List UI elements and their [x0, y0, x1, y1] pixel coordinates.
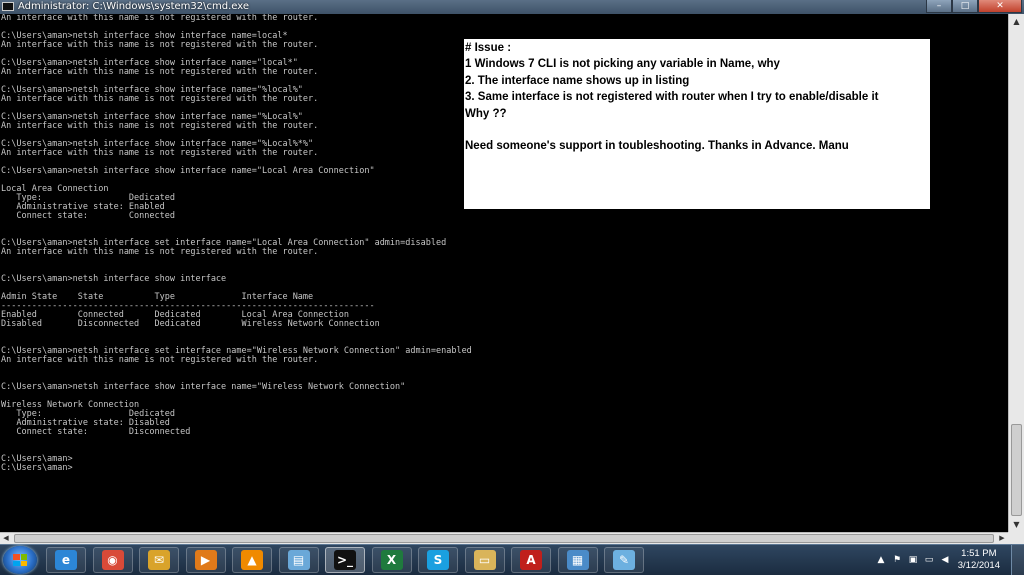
explorer-folder-icon: ▭ — [473, 550, 496, 570]
taskbar: e ◉ ✉ ▶ ▲ ▤ >_ X S ▭ A ▦ ✎ ▲ ⚑ ▣ ▭ ◀ 1:51 PM 3/12/20… — [0, 544, 1024, 575]
vertical-scroll-thumb[interactable] — [1011, 424, 1022, 516]
taskbar-pdf-reader-button[interactable]: A — [511, 547, 551, 573]
network-status-icon[interactable]: ▭ — [924, 555, 934, 565]
volume-icon[interactable]: ◀ — [940, 555, 950, 565]
scroll-left-arrow-icon[interactable]: ◀ — [0, 533, 12, 544]
internet-explorer-icon: e — [55, 550, 77, 570]
pdf-reader-icon: A — [520, 550, 542, 570]
cmd-icon: >_ — [334, 550, 356, 570]
issue-blank — [465, 122, 929, 138]
taskbar-explorer-folder-button[interactable]: ▭ — [464, 547, 505, 573]
show-desktop-button[interactable] — [1011, 545, 1024, 575]
start-button[interactable] — [3, 546, 37, 574]
scrollbar-corner — [1008, 532, 1024, 544]
notes-icon: ▤ — [287, 550, 310, 570]
issue-point-3: 3. Same interface is not registered with… — [465, 91, 879, 104]
minimize-button[interactable]: – — [926, 0, 952, 13]
paint-icon: ✎ — [613, 550, 635, 570]
maximize-button[interactable]: □ — [952, 0, 978, 13]
action-center-flag-icon[interactable]: ⚑ — [892, 555, 902, 565]
clock-date: 3/12/2014 — [957, 560, 1000, 571]
scroll-up-arrow-icon[interactable]: ▲ — [1009, 14, 1024, 29]
horizontal-scroll-thumb[interactable] — [14, 534, 994, 543]
taskbar-mail-button[interactable]: ✉ — [139, 547, 179, 573]
taskbar-vlc-button[interactable]: ▲ — [232, 547, 272, 573]
taskbar-cmd-button[interactable]: >_ — [325, 547, 365, 573]
issue-why: Why ?? — [465, 107, 507, 120]
device-icon[interactable]: ▣ — [908, 555, 918, 565]
issue-point-1: 1 Windows 7 CLI is not picking any varia… — [465, 58, 780, 71]
network-icon: ▦ — [566, 550, 589, 570]
taskbar-media-player-button[interactable]: ▶ — [185, 547, 226, 573]
scroll-down-arrow-icon[interactable]: ▼ — [1009, 517, 1024, 532]
mail-icon: ✉ — [148, 550, 170, 570]
taskbar-internet-explorer-button[interactable]: e — [46, 547, 86, 573]
window-controls: – □ ✕ — [926, 0, 1022, 14]
taskbar-notes-button[interactable]: ▤ — [278, 547, 319, 573]
cmd-window-icon — [2, 2, 14, 11]
horizontal-scrollbar[interactable]: ◀ ▶ — [0, 532, 1008, 544]
system-tray: ▲ ⚑ ▣ ▭ ◀ 1:51 PM 3/12/2014 — [864, 545, 1024, 575]
vertical-scrollbar[interactable]: ▲ ▼ — [1008, 14, 1024, 532]
taskbar-excel-button[interactable]: X — [371, 547, 412, 573]
window-title-bar[interactable]: Administrator: C:\Windows\system32\cmd.e… — [0, 0, 1024, 14]
scroll-right-arrow-icon[interactable]: ▶ — [996, 533, 1008, 544]
chrome-icon: ◉ — [101, 550, 124, 570]
issue-point-2: 2. The interface name shows up in listin… — [465, 74, 690, 87]
skype-icon: S — [427, 550, 449, 570]
issue-note-box: # Issue : 1 Windows 7 CLI is not picking… — [464, 39, 930, 209]
media-player-icon: ▶ — [194, 550, 217, 570]
windows-logo-icon — [13, 554, 27, 566]
show-hidden-icons-icon[interactable]: ▲ — [876, 555, 886, 565]
window-title: Administrator: C:\Windows\system32\cmd.e… — [18, 1, 250, 12]
taskbar-paint-button[interactable]: ✎ — [604, 547, 644, 573]
excel-icon: X — [380, 550, 403, 570]
taskbar-network-button[interactable]: ▦ — [557, 547, 598, 573]
clock[interactable]: 1:51 PM 3/12/2014 — [958, 548, 1000, 572]
taskbar-chrome-button[interactable]: ◉ — [92, 547, 133, 573]
issue-heading: # Issue : — [465, 42, 512, 54]
vlc-icon: ▲ — [241, 550, 263, 570]
close-button[interactable]: ✕ — [978, 0, 1022, 13]
clock-time: 1:51 PM — [961, 548, 997, 559]
taskbar-skype-button[interactable]: S — [418, 547, 458, 573]
issue-support-request: Need someone's support in toubleshooting… — [465, 140, 849, 153]
